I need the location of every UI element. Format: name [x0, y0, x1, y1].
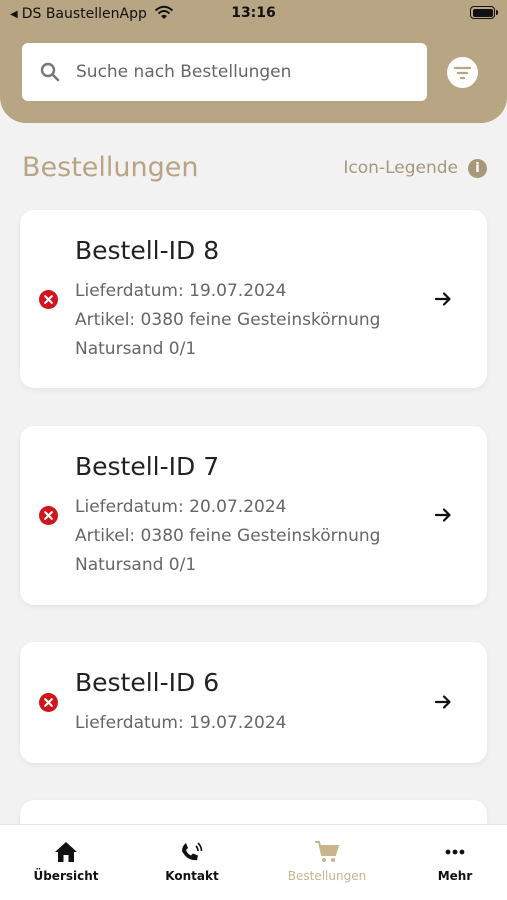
order-title: Bestell-ID 8 — [75, 236, 220, 265]
tab-label: Mehr — [437, 869, 473, 883]
order-card[interactable]: Bestell-ID 6 Lieferdatum: 19.07.2024 — [20, 642, 487, 763]
info-icon: i — [468, 158, 487, 178]
status-bar: ◀ DS BaustellenApp 13:16 — [0, 0, 507, 28]
tab-mehr[interactable]: Mehr — [405, 839, 505, 883]
arrow-right-icon — [434, 695, 451, 709]
tab-bestellungen[interactable]: Bestellungen — [277, 839, 377, 883]
filter-button[interactable] — [447, 57, 478, 88]
tab-label: Kontakt — [165, 869, 219, 883]
arrow-right-icon — [434, 292, 451, 306]
more-icon — [445, 849, 465, 855]
order-delivery-date: Lieferdatum: 20.07.2024 — [75, 497, 287, 517]
search-icon — [40, 62, 60, 82]
error-x-icon — [39, 693, 58, 712]
search-box[interactable] — [22, 43, 427, 101]
error-x-icon — [39, 506, 58, 525]
order-article-cont: Natursand 0/1 — [75, 555, 197, 575]
tab-label: Bestellungen — [287, 869, 367, 883]
arrow-right-icon — [434, 508, 451, 522]
order-title: Bestell-ID 7 — [75, 452, 220, 481]
order-article-cont: Natursand 0/1 — [75, 339, 197, 359]
order-article: Artikel: 0380 feine Gesteinskörnung — [75, 310, 381, 330]
status-time: 13:16 — [231, 5, 276, 21]
icon-legend-button[interactable]: Icon-Legende i — [343, 158, 487, 178]
order-article: Artikel: 0380 feine Gesteinskörnung — [75, 526, 381, 546]
order-title: Bestell-ID 6 — [75, 668, 220, 697]
home-icon — [55, 842, 77, 862]
battery-icon — [470, 6, 498, 19]
search-input[interactable] — [76, 43, 416, 101]
cart-icon — [315, 841, 340, 862]
tab-uebersicht[interactable]: Übersicht — [16, 839, 116, 883]
tab-label: Übersicht — [33, 869, 99, 883]
tab-kontakt[interactable]: Kontakt — [142, 839, 242, 883]
page-title: Bestellungen — [22, 152, 199, 183]
filter-icon — [454, 66, 471, 79]
order-delivery-date: Lieferdatum: 19.07.2024 — [75, 281, 287, 301]
order-delivery-date: Lieferdatum: 19.07.2024 — [75, 713, 287, 733]
order-card[interactable]: Bestell-ID 8 Lieferdatum: 19.07.2024 Art… — [20, 210, 487, 388]
error-x-icon — [39, 290, 58, 309]
icon-legend-label: Icon-Legende — [343, 158, 458, 178]
phone-icon — [182, 842, 203, 861]
order-card[interactable]: Bestell-ID 7 Lieferdatum: 20.07.2024 Art… — [20, 426, 487, 605]
tab-bar: Übersicht Kontakt Bestellungen Mehr — [0, 824, 507, 900]
